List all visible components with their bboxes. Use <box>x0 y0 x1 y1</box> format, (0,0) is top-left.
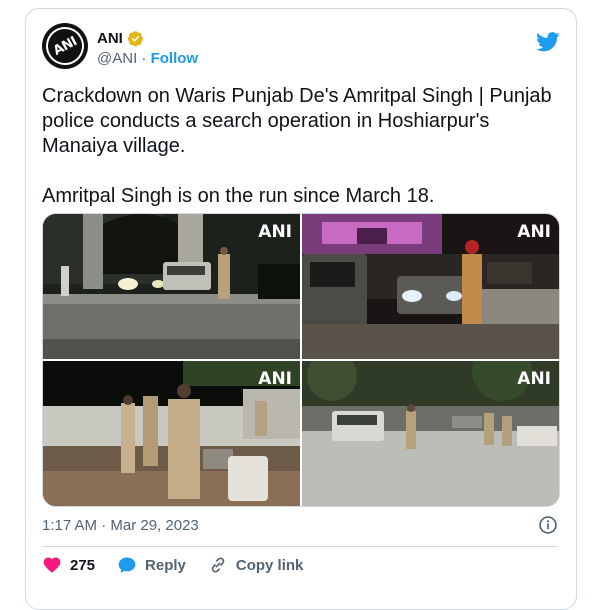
verified-badge-icon <box>127 31 143 47</box>
copy-link-label: Copy link <box>235 556 304 574</box>
action-bar: 275 Reply Copy link <box>42 555 325 575</box>
photo-3[interactable]: ANI <box>43 361 300 506</box>
copy-link-button[interactable]: Copy link <box>208 555 304 575</box>
twitter-bird-icon[interactable] <box>536 31 560 53</box>
author-name[interactable]: ANI <box>97 30 123 47</box>
tweet-timestamp[interactable]: 1:17 AM · Mar 29, 2023 <box>42 517 199 534</box>
heart-icon <box>43 557 61 573</box>
divider <box>42 546 558 547</box>
watermark: ANI <box>517 369 551 389</box>
link-icon <box>211 557 225 573</box>
tweet-text: Crackdown on Waris Punjab De's Amritpal … <box>42 85 552 207</box>
photo-2[interactable]: ANI <box>302 214 559 359</box>
avatar-logo-text: ANI <box>50 33 80 59</box>
tweet-meta-row: 1:17 AM · Mar 29, 2023 <box>42 515 558 535</box>
watermark: ANI <box>258 369 292 389</box>
avatar[interactable]: ANI <box>42 23 88 69</box>
separator-dot: · <box>141 50 147 67</box>
tweet-header: ANI ANI @ANI · Follow <box>42 21 560 71</box>
photo-4[interactable]: ANI <box>302 361 559 506</box>
watermark: ANI <box>517 222 551 242</box>
like-button[interactable]: 275 <box>42 555 95 575</box>
follow-link[interactable]: Follow <box>151 50 199 67</box>
reply-bubble-icon <box>118 557 136 573</box>
reply-label: Reply <box>145 556 186 574</box>
reply-button[interactable]: Reply <box>117 555 186 575</box>
author-handle[interactable]: @ANI <box>97 50 137 67</box>
author-handle-row: @ANI · Follow <box>97 50 198 67</box>
info-icon[interactable] <box>538 515 558 535</box>
watermark: ANI <box>258 222 292 242</box>
like-count: 275 <box>70 556 96 574</box>
media-grid: ANI ANI ANI ANI <box>42 213 560 507</box>
avatar-logo: ANI <box>42 23 88 69</box>
photo-1[interactable]: ANI <box>43 214 300 359</box>
author-name-row: ANI <box>97 30 144 47</box>
tweet-card: ANI ANI @ANI · Follow Crackdown on Waris… <box>25 8 577 610</box>
